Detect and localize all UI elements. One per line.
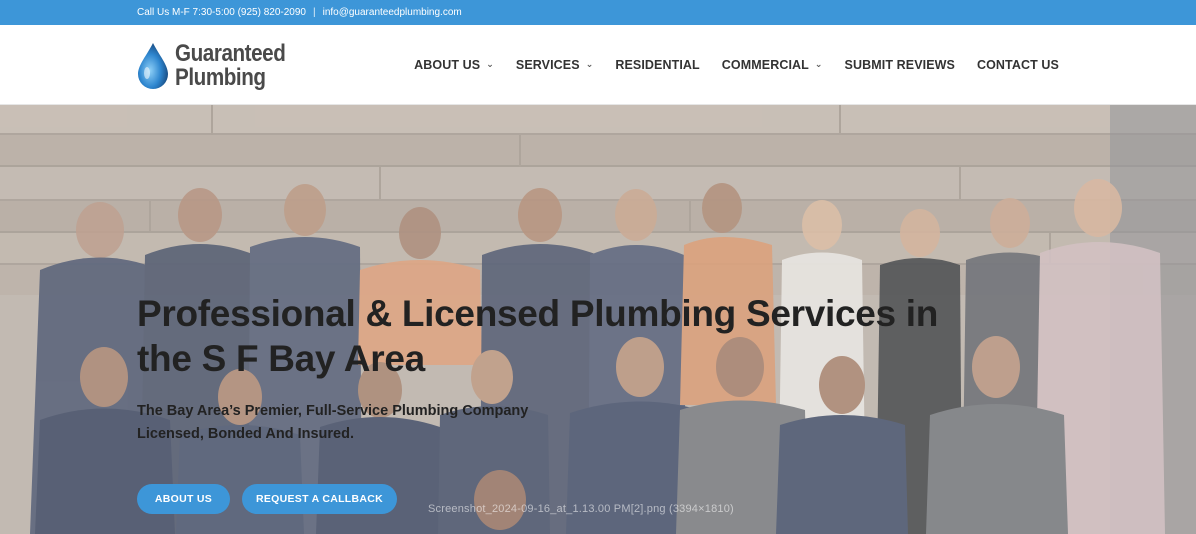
logo-line1: Guaranteed [175,40,286,67]
hero-section: Professional & Licensed Plumbing Service… [0,105,1196,534]
nav-item-contact-us[interactable]: CONTACT US [977,58,1059,72]
nav-item-label: CONTACT US [976,58,1059,72]
nav-item-services[interactable]: SERVICES ⌄ [516,58,593,72]
nav-item-submit-reviews[interactable]: SUBMIT REVIEWS [845,58,955,72]
site-header: Guaranteed Plumbing ABOUT US ⌄ SERVICES … [0,25,1196,105]
hero-subtitle: The Bay Area’s Premier, Full-Service Plu… [137,400,597,446]
top-info-bar: Call Us M-F 7:30-5:00 (925) 820-2090 | i… [0,0,1196,25]
email-link[interactable]: info@guaranteedplumbing.com [323,7,462,18]
chevron-down-icon: ⌄ [814,58,823,69]
nav-item-label: SUBMIT REVIEWS [844,58,955,72]
topbar-separator: | [312,7,316,18]
phone-hours-text[interactable]: Call Us M-F 7:30-5:00 (925) 820-2090 [137,7,306,18]
hero-subtitle-line1: The Bay Area’s Premier, Full-Service Plu… [137,403,529,419]
nav-item-residential[interactable]: RESIDENTIAL [615,58,699,72]
hero-title-line1: Professional & Licensed Plumbing Service… [137,293,939,334]
nav-item-commercial[interactable]: COMMERCIAL ⌄ [722,58,823,72]
hero-subtitle-line2: Licensed, Bonded And Insured. [137,426,354,442]
site-logo[interactable]: Guaranteed Plumbing [135,37,303,95]
nav-item-about-us[interactable]: ABOUT US ⌄ [414,58,494,72]
image-filename-watermark: Screenshot_2024-09-16_at_1.13.00 PM[2].p… [428,503,734,515]
water-drop-icon [138,43,168,89]
request-callback-button[interactable]: REQUEST A CALLBACK [242,484,397,514]
nav-item-label: COMMERCIAL [721,58,809,72]
nav-item-label: SERVICES [515,58,580,72]
logo-wordmark: Guaranteed Plumbing [175,40,286,91]
nav-item-label: ABOUT US [414,58,481,72]
hero-title: Professional & Licensed Plumbing Service… [137,291,1057,381]
about-us-button[interactable]: ABOUT US [137,484,230,514]
logo-line2: Plumbing [175,64,266,91]
main-nav: ABOUT US ⌄ SERVICES ⌄ RESIDENTIAL COMMER… [392,25,1059,105]
hero-title-line2: the S F Bay Area [137,338,425,379]
nav-item-label: RESIDENTIAL [615,58,700,72]
chevron-down-icon: ⌄ [585,58,594,69]
chevron-down-icon: ⌄ [486,58,494,69]
